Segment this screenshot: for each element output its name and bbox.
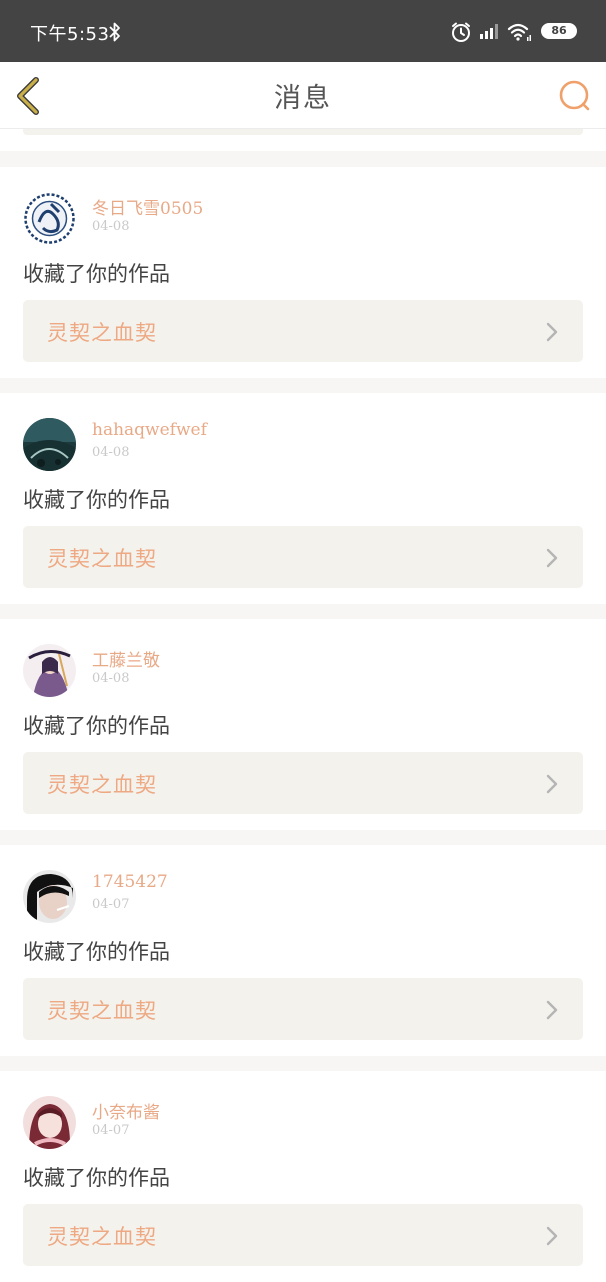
status-time: 下午5:53 xyxy=(30,24,110,45)
message-card: 冬日飞雪0505 04-08 收藏了你的作品 灵契之血契 xyxy=(0,167,606,378)
wifi-icon xyxy=(507,21,533,47)
chevron-right-icon xyxy=(546,548,558,568)
message-date: 04-07 xyxy=(92,897,130,912)
message-text: 收藏了你的作品 xyxy=(23,714,170,738)
message-date: 04-08 xyxy=(92,219,130,234)
work-title: 灵契之血契 xyxy=(47,321,157,345)
chevron-right-icon xyxy=(546,1000,558,1020)
page-title: 消息 xyxy=(274,83,332,114)
search-icon xyxy=(559,80,590,111)
work-link[interactable]: 灵契之血契 xyxy=(23,752,583,814)
message-date: 04-08 xyxy=(92,671,130,686)
work-title: 灵契之血契 xyxy=(47,999,157,1023)
message-card: 1745427 04-07 收藏了你的作品 灵契之血契 xyxy=(0,845,606,1056)
message-text: 收藏了你的作品 xyxy=(23,262,170,286)
message-date: 04-08 xyxy=(92,445,130,460)
battery-indicator: 86 xyxy=(541,23,577,39)
chevron-right-icon xyxy=(546,774,558,794)
message-card: hahaqwefwef 04-08 收藏了你的作品 灵契之血契 xyxy=(0,393,606,604)
work-link[interactable]: 灵契之血契 xyxy=(23,526,583,588)
chevron-right-icon xyxy=(546,1226,558,1246)
previous-work-link[interactable] xyxy=(23,129,583,135)
cell-signal-icon xyxy=(479,22,501,44)
message-text: 收藏了你的作品 xyxy=(23,940,170,964)
avatar[interactable] xyxy=(23,418,76,471)
work-title: 灵契之血契 xyxy=(47,1225,157,1249)
bluetooth-icon xyxy=(108,21,122,47)
avatar[interactable] xyxy=(23,1096,76,1149)
work-link[interactable]: 灵契之血契 xyxy=(23,978,583,1040)
message-card: 工藤兰敬 04-08 收藏了你的作品 灵契之血契 xyxy=(0,619,606,830)
alarm-icon xyxy=(450,21,472,47)
user-name[interactable]: 小奈布酱 xyxy=(92,1098,160,1123)
work-link[interactable]: 灵契之血契 xyxy=(23,1204,583,1266)
user-name[interactable]: 冬日飞雪0505 xyxy=(92,194,203,219)
message-date: 04-07 xyxy=(92,1123,130,1138)
work-link[interactable]: 灵契之血契 xyxy=(23,300,583,362)
user-name[interactable]: 工藤兰敬 xyxy=(92,646,160,671)
chevron-right-icon xyxy=(546,322,558,342)
work-title: 灵契之血契 xyxy=(47,547,157,571)
previous-message-card xyxy=(0,129,606,151)
user-name[interactable]: 1745427 xyxy=(92,872,168,892)
search-button[interactable] xyxy=(558,79,592,113)
user-name[interactable]: hahaqwefwef xyxy=(92,420,207,440)
avatar[interactable] xyxy=(23,644,76,697)
message-text: 收藏了你的作品 xyxy=(23,488,170,512)
work-title: 灵契之血契 xyxy=(47,773,157,797)
message-card: 小奈布酱 04-07 收藏了你的作品 灵契之血契 xyxy=(0,1071,606,1282)
avatar[interactable] xyxy=(23,192,76,245)
nav-bar: 消息 xyxy=(0,62,606,129)
message-text: 收藏了你的作品 xyxy=(23,1166,170,1190)
avatar[interactable] xyxy=(23,870,76,923)
status-bar: 下午5:53 86 xyxy=(0,0,606,62)
